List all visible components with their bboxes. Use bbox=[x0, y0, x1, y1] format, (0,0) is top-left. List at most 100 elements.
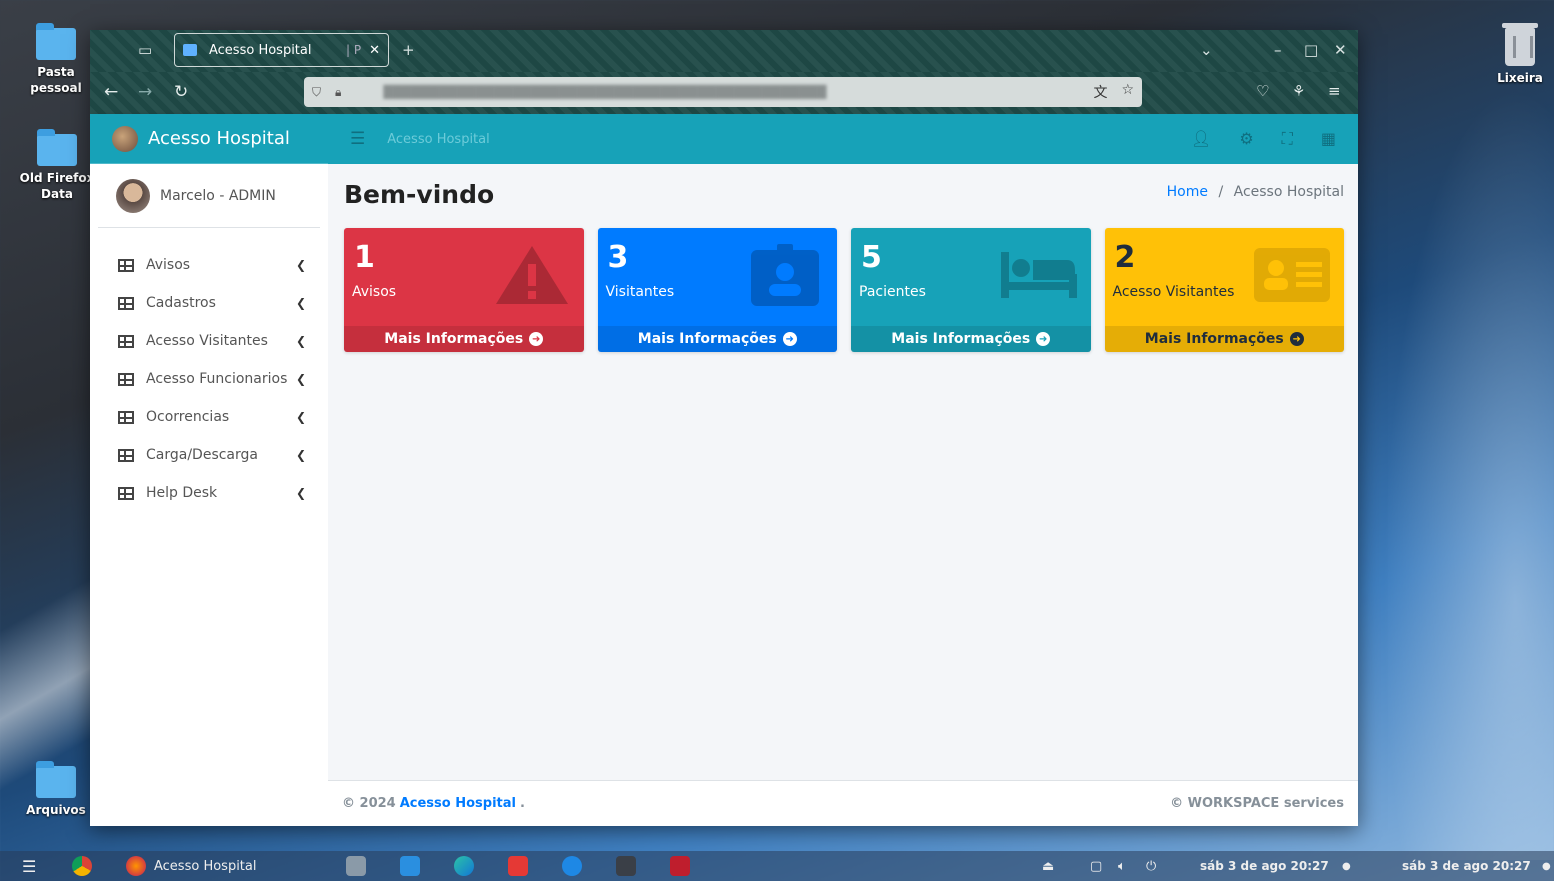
maximize-icon[interactable]: □ bbox=[1304, 41, 1318, 59]
clock-secondary[interactable]: sáb 3 de ago 20:27 bbox=[1402, 855, 1531, 877]
translate-icon[interactable]: 文 bbox=[1093, 82, 1107, 102]
info-box-avisos: 1 Avisos Mais Informações ➜ bbox=[344, 228, 584, 352]
chrome-icon[interactable] bbox=[72, 855, 92, 877]
taskbar: ☰ Acesso Hospital ⏏ ▢ 🔈︎ ⏻ sáb 3 de ago … bbox=[0, 851, 1554, 881]
favicon-icon bbox=[183, 44, 197, 56]
anydesk-icon[interactable] bbox=[508, 855, 528, 877]
close-window-icon[interactable]: ✕ bbox=[1334, 41, 1347, 59]
sidebar-item-cadastros[interactable]: Cadastros ❮ bbox=[90, 284, 328, 322]
topnav-link[interactable]: Acesso Hospital bbox=[387, 132, 489, 147]
browser-titlebar: ▭ Acesso Hospital | P ✕ + ⌄ – □ ✕ bbox=[90, 30, 1358, 72]
app-menu-icon[interactable]: ☰ bbox=[22, 855, 36, 877]
top-navbar: ☰ Acesso Hospital 👤︎ ⚙ ⛶ ▦ bbox=[328, 114, 1358, 164]
browser-tab[interactable]: Acesso Hospital | P ✕ bbox=[174, 33, 389, 67]
desktop-icon-old-firefox-data[interactable]: Old Firefox Data bbox=[16, 129, 98, 202]
apps-grid-icon[interactable]: ▦ bbox=[1321, 129, 1336, 149]
footer-copyright: © 2024 bbox=[342, 796, 396, 811]
display-icon[interactable]: ▢ bbox=[1090, 855, 1102, 877]
url-text-blurred: ████████████████████████████████████████… bbox=[383, 85, 827, 99]
footer-link[interactable]: Acesso Hospital bbox=[400, 796, 516, 811]
store-icon[interactable] bbox=[400, 855, 420, 877]
trash-icon bbox=[1502, 23, 1538, 66]
folder-icon bbox=[37, 129, 77, 166]
sidebar-item-help-desk[interactable]: Help Desk ❮ bbox=[90, 474, 328, 512]
footer-dot: . bbox=[520, 796, 525, 811]
folder-icon bbox=[36, 761, 76, 798]
tab-list-icon[interactable]: ▭ bbox=[138, 41, 152, 59]
chevron-down-icon[interactable]: ⌄ bbox=[1200, 41, 1213, 59]
warning-icon bbox=[495, 246, 568, 304]
desktop-icon-trash[interactable]: Lixeira bbox=[1480, 23, 1554, 86]
brand-link[interactable]: Acesso Hospital bbox=[90, 114, 328, 164]
sidebar-item-carga-descarga[interactable]: Carga/Descarga ❮ bbox=[90, 436, 328, 474]
table-icon bbox=[118, 258, 134, 272]
info-box-value: 5 bbox=[861, 240, 882, 275]
menu-icon[interactable]: ≡ bbox=[1328, 82, 1341, 100]
minimize-icon[interactable]: – bbox=[1274, 41, 1282, 59]
table-icon bbox=[118, 372, 134, 386]
chevron-left-icon: ❮ bbox=[295, 448, 306, 462]
back-icon[interactable]: ← bbox=[104, 82, 118, 102]
page-title: Bem-vindo bbox=[344, 180, 495, 209]
eject-icon[interactable]: ⏏ bbox=[1042, 855, 1054, 877]
teamviewer-icon[interactable] bbox=[562, 855, 582, 877]
more-info-link[interactable]: Mais Informações ➜ bbox=[597, 326, 837, 352]
sidebar-item-acesso-visitantes[interactable]: Acesso Visitantes ❮ bbox=[90, 322, 328, 360]
sidebar-item-avisos[interactable]: Avisos ❮ bbox=[90, 246, 328, 284]
taskbar-window-firefox[interactable]: Acesso Hospital bbox=[126, 855, 256, 877]
shield-icon[interactable]: ⛉ bbox=[312, 85, 321, 100]
desktop-icon-arquivos[interactable]: Arquivos bbox=[16, 761, 96, 818]
volume-icon[interactable]: 🔈︎ bbox=[1118, 855, 1126, 877]
folder-icon bbox=[36, 23, 76, 60]
chevron-left-icon: ❮ bbox=[295, 296, 306, 310]
info-box-value: 2 bbox=[1114, 240, 1136, 275]
more-info-link[interactable]: Mais Informações ➜ bbox=[851, 326, 1091, 352]
arrow-circle-right-icon: ➜ bbox=[782, 332, 797, 346]
info-box-label: Acesso Visitantes bbox=[1112, 284, 1235, 300]
chevron-left-icon: ❮ bbox=[295, 334, 306, 348]
bookmark-star-icon[interactable]: ☆ bbox=[1121, 82, 1134, 102]
info-box-pacientes: 5 Pacientes Mais Informações ➜ bbox=[851, 228, 1091, 352]
breadcrumb: Home / Acesso Hospital bbox=[1167, 184, 1344, 200]
extensions-icon[interactable]: ⚘ bbox=[1292, 82, 1305, 100]
breadcrumb-home-link[interactable]: Home bbox=[1167, 184, 1208, 200]
reload-icon[interactable]: ↻ bbox=[174, 82, 188, 102]
info-box-acesso-visitantes: 2 Acesso Visitantes Mais Informações ➜ bbox=[1104, 228, 1344, 352]
table-icon bbox=[118, 296, 134, 310]
forward-icon[interactable]: → bbox=[138, 82, 152, 102]
desktop-icon-label: Pasta pessoal bbox=[30, 65, 82, 95]
arrow-circle-right-icon: ➜ bbox=[529, 332, 544, 346]
user-icon[interactable]: 👤︎ bbox=[1191, 129, 1211, 149]
close-tab-icon[interactable]: ✕ bbox=[369, 43, 380, 58]
sidebar-item-acesso-funcionarios[interactable]: Acesso Funcionarios ❮ bbox=[90, 360, 328, 398]
info-box-label: Visitantes bbox=[605, 284, 675, 300]
filezilla-icon[interactable] bbox=[670, 855, 690, 877]
new-tab-icon[interactable]: + bbox=[402, 41, 415, 59]
breadcrumb-current: Acesso Hospital bbox=[1233, 184, 1344, 200]
more-info-link[interactable]: Mais Informações ➜ bbox=[344, 326, 584, 352]
edge-icon[interactable] bbox=[454, 855, 474, 877]
power-icon[interactable]: ⏻ bbox=[1146, 855, 1156, 877]
sidebar-item-ocorrencias[interactable]: Ocorrencias ❮ bbox=[90, 398, 328, 436]
pocket-icon[interactable]: ♡ bbox=[1256, 82, 1269, 100]
sidebar-item-label: Acesso Visitantes bbox=[146, 333, 268, 349]
bed-icon bbox=[1000, 252, 1077, 298]
desktop-icon-label: Arquivos bbox=[26, 803, 86, 817]
desktop-icon-label: Lixeira bbox=[1497, 71, 1543, 85]
info-box-visitantes: 3 Visitantes Mais Informações ➜ bbox=[597, 228, 837, 352]
clock[interactable]: sáb 3 de ago 20:27 bbox=[1200, 855, 1329, 877]
gear-icon[interactable]: ⚙ bbox=[1239, 129, 1253, 149]
terminal-icon[interactable] bbox=[616, 855, 636, 877]
firefox-icon bbox=[126, 856, 146, 876]
sidebar-menu: Avisos ❮ Cadastros ❮ Acesso Visitantes ❮ Ac… bbox=[90, 246, 328, 512]
desktop-icon-home-folder[interactable]: Pasta pessoal bbox=[16, 23, 96, 96]
user-panel[interactable]: Marcelo - ADMIN bbox=[98, 164, 320, 228]
arrow-circle-right-icon: ➜ bbox=[1289, 332, 1304, 346]
url-bar[interactable]: ⛉ 🔒︎ ███████████████████████████████████… bbox=[304, 77, 1142, 107]
more-info-link[interactable]: Mais Informações ➜ bbox=[1104, 326, 1344, 352]
file-manager-icon[interactable] bbox=[346, 855, 366, 877]
lock-icon[interactable]: 🔒︎ bbox=[335, 85, 341, 100]
fullscreen-icon[interactable]: ⛶ bbox=[1282, 129, 1293, 149]
hamburger-icon[interactable]: ☰ bbox=[350, 129, 365, 149]
avatar bbox=[116, 178, 150, 213]
